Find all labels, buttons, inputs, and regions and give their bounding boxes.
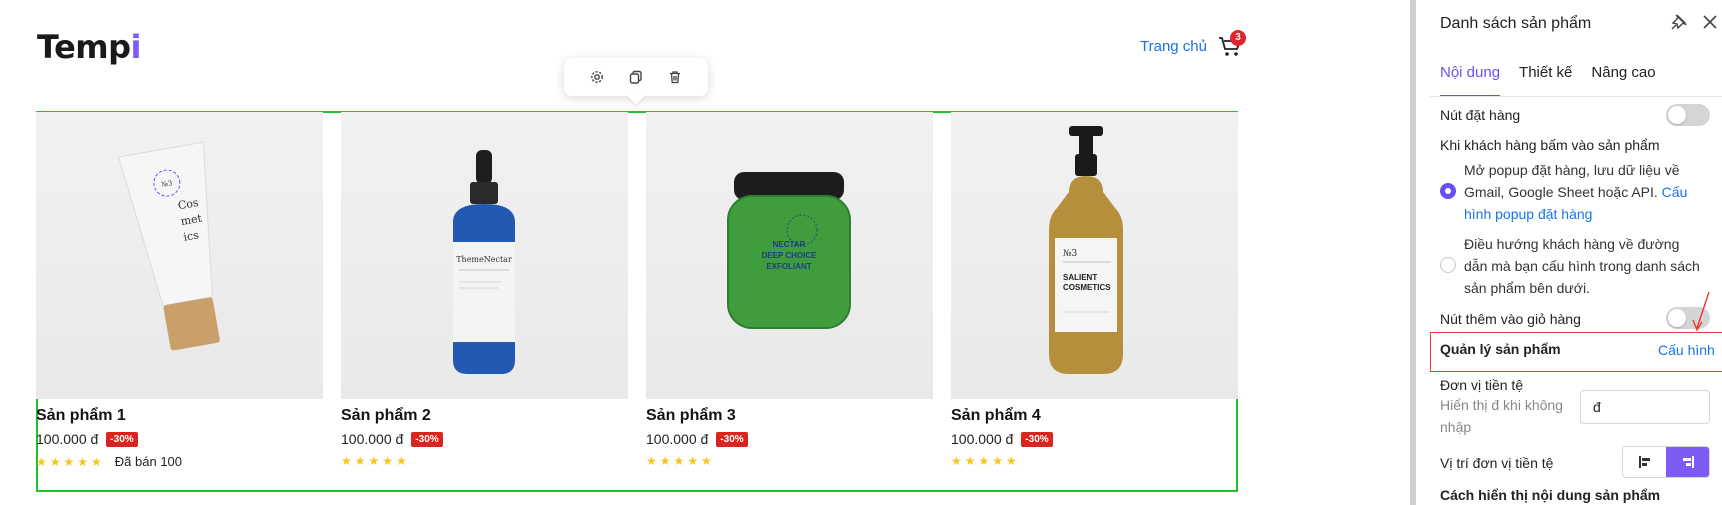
svg-text:COSMETICS: COSMETICS bbox=[1063, 283, 1111, 292]
align-left-icon bbox=[1638, 456, 1650, 468]
option-redirect-text[interactable]: Điều hướng khách hàng về đường dẫn mà bạ… bbox=[1464, 233, 1700, 299]
tab-design[interactable]: Thiết kế bbox=[1519, 64, 1572, 97]
close-icon[interactable] bbox=[1702, 14, 1718, 30]
currency-hint: Hiển thị đ khi không nhập bbox=[1440, 397, 1563, 435]
svg-text:DEEP CHOICE: DEEP CHOICE bbox=[762, 251, 818, 260]
editor-canvas: Tempi Trang chủ 3 №3 Cos met ics Sản phẩ… bbox=[0, 0, 1410, 505]
currency-position-left-button[interactable] bbox=[1623, 447, 1666, 477]
annotation-arrow-icon bbox=[1692, 291, 1710, 332]
trash-icon bbox=[669, 71, 680, 84]
gear-icon bbox=[591, 71, 604, 83]
nav-home-link[interactable]: Trang chủ bbox=[1140, 38, 1207, 55]
element-toolbar bbox=[564, 58, 708, 96]
option-open-popup-text[interactable]: Mở popup đặt hàng, lưu dữ liệu về Gmail,… bbox=[1464, 159, 1700, 225]
radio-open-popup[interactable] bbox=[1440, 183, 1456, 199]
product-card[interactable]: ThemeNectar Sản phẩm 2 100.000 đ -30% ★★★… bbox=[341, 112, 628, 468]
product-name[interactable]: Sản phẩm 1 bbox=[36, 407, 323, 425]
tab-content[interactable]: Nội dung bbox=[1440, 64, 1501, 97]
tab-advanced[interactable]: Nâng cao bbox=[1591, 64, 1655, 97]
copy-icon bbox=[629, 70, 642, 84]
product-name[interactable]: Sản phẩm 3 bbox=[646, 407, 933, 425]
product-price: 100.000 đ bbox=[341, 431, 404, 447]
product-price: 100.000 đ bbox=[36, 431, 99, 447]
svg-text:SALIENT: SALIENT bbox=[1063, 273, 1097, 282]
manage-products-configure-link[interactable]: Cấu hình bbox=[1658, 342, 1715, 358]
click-behavior-label: Khi khách hàng bấm vào sản phẩm bbox=[1440, 137, 1660, 153]
rating-stars: ★★★★★ bbox=[341, 454, 410, 468]
rating-stars: ★★★★★ bbox=[646, 454, 715, 468]
svg-text:№3: №3 bbox=[1063, 249, 1078, 259]
rating-stars: ★★★★★ bbox=[951, 454, 1020, 468]
product-price: 100.000 đ bbox=[951, 431, 1014, 447]
add-to-cart-label: Nút thêm vào giỏ hàng bbox=[1440, 311, 1581, 327]
manage-products-label: Quản lý sản phẩm bbox=[1440, 341, 1561, 357]
product-image[interactable]: ThemeNectar bbox=[341, 112, 628, 399]
settings-button[interactable] bbox=[586, 66, 608, 88]
discount-badge: -30% bbox=[1021, 431, 1053, 447]
discount-badge: -30% bbox=[106, 431, 138, 447]
product-name[interactable]: Sản phẩm 2 bbox=[341, 407, 628, 425]
logo[interactable]: Tempi bbox=[37, 28, 142, 66]
product-image[interactable]: №3 SALIENT COSMETICS bbox=[951, 112, 1238, 399]
svg-text:ThemeNectar: ThemeNectar bbox=[456, 255, 512, 264]
order-button-toggle[interactable] bbox=[1666, 104, 1710, 126]
sold-count: Đã bán 100 bbox=[114, 454, 183, 469]
currency-label: Đơn vị tiền tệ bbox=[1440, 377, 1524, 393]
delete-button[interactable] bbox=[664, 66, 686, 88]
display-content-label: Cách hiển thị nội dung sản phẩm bbox=[1440, 487, 1661, 503]
currency-input[interactable]: đ bbox=[1580, 390, 1710, 424]
unpin-icon[interactable] bbox=[1670, 13, 1688, 31]
product-image[interactable]: №3 Cos met ics bbox=[36, 112, 323, 399]
product-card[interactable]: №3 SALIENT COSMETICS Sản phẩm 4 100.000 … bbox=[951, 112, 1238, 468]
product-card[interactable]: №3 Cos met ics Sản phẩm 1 100.000 đ -30% … bbox=[36, 112, 323, 469]
panel-tabs: Nội dung Thiết kế Nâng cao bbox=[1440, 64, 1656, 97]
product-card[interactable]: NECTAR DEEP CHOICE EXFOLIANT Sản phẩm 3 … bbox=[646, 112, 933, 468]
align-right-icon bbox=[1682, 456, 1694, 468]
cart-count-badge: 3 bbox=[1230, 30, 1246, 46]
duplicate-button[interactable] bbox=[625, 66, 647, 88]
discount-badge: -30% bbox=[411, 431, 443, 447]
product-image[interactable]: NECTAR DEEP CHOICE EXFOLIANT bbox=[646, 112, 933, 399]
discount-badge: -30% bbox=[716, 431, 748, 447]
settings-panel: Danh sách sản phẩm Nội dung Thiết kế Nân… bbox=[1410, 0, 1722, 505]
svg-text:EXFOLIANT: EXFOLIANT bbox=[766, 262, 811, 271]
product-price: 100.000 đ bbox=[646, 431, 709, 447]
currency-position-right-button[interactable] bbox=[1666, 447, 1709, 477]
svg-text:NECTAR: NECTAR bbox=[773, 240, 806, 249]
rating-stars: ★★★★★ bbox=[36, 454, 105, 469]
svg-text:ics: ics bbox=[182, 228, 200, 244]
tabs-divider bbox=[1430, 96, 1722, 97]
radio-redirect[interactable] bbox=[1440, 257, 1456, 273]
currency-position-label: Vị trí đơn vị tiền tệ bbox=[1440, 455, 1554, 471]
product-name[interactable]: Sản phẩm 4 bbox=[951, 407, 1238, 425]
panel-title: Danh sách sản phẩm bbox=[1440, 15, 1592, 32]
currency-position-segmented bbox=[1622, 446, 1710, 478]
order-button-label: Nút đặt hàng bbox=[1440, 107, 1521, 123]
